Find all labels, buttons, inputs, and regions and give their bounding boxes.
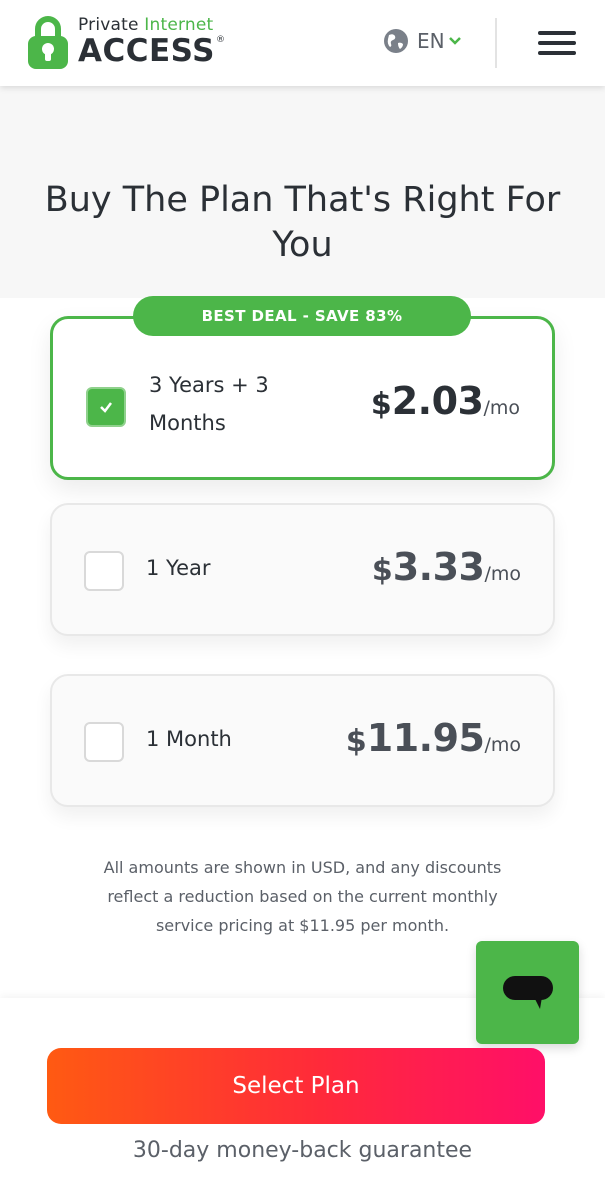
plan-checkbox-checked[interactable] [86, 387, 126, 427]
chat-bubble-icon [503, 976, 553, 1009]
price-amount: 2.03 [391, 379, 484, 423]
price-period: /mo [483, 397, 520, 419]
pricing-disclaimer: All amounts are shown in USD, and any di… [103, 858, 502, 935]
pia-logo[interactable]: Private Internet ACCESS® [26, 12, 225, 70]
plan-card-1-year[interactable]: 1 Year $3.33/mo [50, 503, 555, 636]
price-period: /mo [484, 734, 521, 756]
plan-checkbox[interactable] [84, 722, 124, 762]
price-currency: $ [370, 387, 392, 422]
price-currency: $ [371, 553, 393, 588]
hamburger-menu-icon[interactable] [538, 31, 576, 57]
language-label: EN [417, 29, 445, 53]
chat-button[interactable] [476, 941, 579, 1044]
page: Private Internet ACCESS® EN Buy The Plan… [0, 0, 605, 1200]
plan-price: $11.95/mo [346, 716, 521, 760]
plan-price: $2.03/mo [371, 379, 520, 423]
money-back-guarantee: 30-day money-back guarantee [132, 1138, 473, 1163]
checkmark-icon [100, 402, 112, 413]
logo-text-internet: Internet [144, 15, 214, 35]
price-currency: $ [345, 724, 367, 759]
plan-card-1-month[interactable]: 1 Month $11.95/mo [50, 674, 555, 807]
chevron-down-icon [448, 37, 461, 45]
plan-card-3-years[interactable]: 3 Years + 3 Months $2.03/mo [50, 316, 555, 480]
page-title: Buy The Plan That's Right For You [44, 180, 561, 265]
logo-registered-mark: ® [215, 35, 226, 45]
globe-icon [384, 29, 408, 53]
logo-text-private: Private [78, 15, 145, 35]
best-deal-badge: BEST DEAL - SAVE 83% [133, 296, 471, 336]
plan-name: 1 Month [146, 727, 232, 751]
padlock-logo-icon [28, 16, 68, 69]
price-amount: 3.33 [392, 545, 485, 589]
language-selector[interactable]: EN [383, 28, 461, 54]
plan-name: 3 Years + 3 Months [149, 373, 269, 435]
logo-text-access: ACCESS [78, 33, 215, 69]
header-divider [495, 18, 497, 68]
price-amount: 11.95 [366, 716, 485, 760]
price-period: /mo [484, 563, 521, 585]
plan-price: $3.33/mo [372, 545, 521, 589]
plan-checkbox[interactable] [84, 551, 124, 591]
plan-name: 1 Year [146, 556, 211, 580]
site-header: Private Internet ACCESS® EN [0, 0, 605, 86]
select-plan-button[interactable]: Select Plan [47, 1048, 545, 1124]
